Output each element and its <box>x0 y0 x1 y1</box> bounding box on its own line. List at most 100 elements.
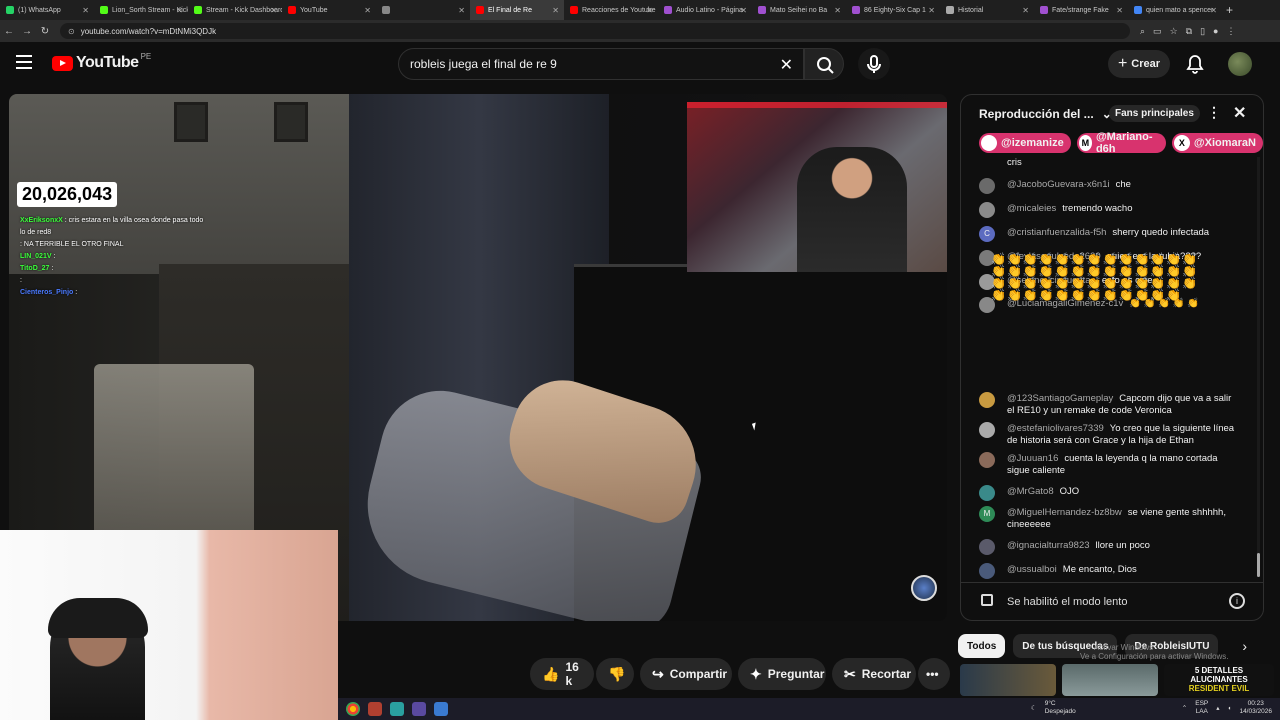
close-chat-icon[interactable]: ✕ <box>1233 103 1246 123</box>
share-button[interactable]: ↪ Compartir <box>640 658 732 690</box>
obs-icon[interactable] <box>412 702 426 716</box>
message-author[interactable]: @Juuuan16 <box>1007 453 1058 464</box>
close-tab-icon[interactable]: ✕ <box>1116 6 1123 15</box>
close-tab-icon[interactable]: ✕ <box>928 6 935 15</box>
message-author[interactable]: @estefaniolivares7339 <box>1007 423 1104 434</box>
close-tab-icon[interactable]: ✕ <box>176 6 183 15</box>
chip-all[interactable]: Todos <box>958 634 1006 658</box>
back-icon[interactable]: ← <box>0 26 18 37</box>
message-author[interactable]: @cristianfuenzalida-f5h <box>1007 227 1106 238</box>
bookmark-star-icon[interactable]: ☆ <box>1170 26 1178 37</box>
video-thumbnail[interactable] <box>960 664 1056 696</box>
video-thumbnail[interactable]: 5 DETALLES ALUCINANTES RESIDENT EVIL <box>1164 664 1274 696</box>
browser-tab[interactable]: ✕ <box>376 0 470 20</box>
wifi-icon[interactable]: ▴ <box>1216 704 1219 712</box>
volume-icon[interactable]: ◖ <box>1228 705 1232 712</box>
video-thumbnail[interactable] <box>1062 664 1158 696</box>
author-avatar[interactable] <box>979 202 995 218</box>
message-author[interactable]: @ignacialturra9823 <box>1007 540 1090 551</box>
browser-tab[interactable]: Fate/strange Fake ✕ <box>1034 0 1128 20</box>
message-author[interactable]: @MiguelHernandez-bz8bw <box>1007 507 1122 518</box>
clock[interactable]: 00:23 14/03/2026 <box>1239 700 1272 716</box>
close-tab-icon[interactable]: ✕ <box>552 6 559 15</box>
extensions-icon[interactable]: ⧉ <box>1186 26 1192 37</box>
author-avatar[interactable] <box>979 539 995 555</box>
browser-tab[interactable]: Stream - Kick Dashboard ✕ <box>188 0 282 20</box>
zoom-icon[interactable]: ⌕ <box>1140 26 1145 37</box>
close-tab-icon[interactable]: ✕ <box>1022 6 1029 15</box>
close-tab-icon[interactable]: ✕ <box>834 6 841 15</box>
close-tab-icon[interactable]: ✕ <box>82 6 89 15</box>
language-indicator[interactable]: ESP LAA <box>1195 700 1208 716</box>
chevron-right-icon[interactable]: › <box>1242 638 1247 654</box>
close-tab-icon[interactable]: ✕ <box>270 6 277 15</box>
chat-menu-icon[interactable]: ⋮ <box>1207 104 1221 121</box>
more-actions-button[interactable]: ••• <box>918 658 950 690</box>
pinned-supporter-chip[interactable]: X @XiomaraN <box>1171 133 1263 153</box>
close-tab-icon[interactable]: ✕ <box>364 6 371 15</box>
browser-tab[interactable]: YouTube ✕ <box>282 0 376 20</box>
youtube-logo[interactable]: YouTube PE <box>52 52 151 72</box>
chat-scrollbar[interactable] <box>1257 157 1260 577</box>
app-icon[interactable] <box>434 702 448 716</box>
dislike-button[interactable]: 👎 <box>596 658 634 690</box>
author-avatar[interactable] <box>979 178 995 194</box>
author-avatar[interactable] <box>979 563 995 579</box>
author-avatar[interactable]: M <box>979 506 995 522</box>
browser-tab[interactable]: Mato Seihei no Ba ✕ <box>752 0 846 20</box>
chrome-icon[interactable] <box>346 702 360 716</box>
cast-icon[interactable]: ▭ <box>1153 26 1162 37</box>
browser-tab[interactable]: quien mato a spencer ✕ <box>1128 0 1222 20</box>
pinned-supporter-chip[interactable]: @izemanize <box>979 133 1071 153</box>
message-author[interactable]: @ussualboi <box>1007 564 1057 575</box>
browser-tab[interactable]: Lion_Sorth Stream - Kick ✕ <box>94 0 188 20</box>
clear-search-icon[interactable]: ✕ <box>780 55 793 75</box>
create-button[interactable]: + Crear <box>1108 50 1170 78</box>
author-avatar[interactable]: C <box>979 226 995 242</box>
search-input[interactable]: robleis juega el final de re 9 ✕ <box>398 48 804 80</box>
account-avatar[interactable] <box>1228 52 1252 76</box>
site-info-icon[interactable]: ⊙ <box>68 27 75 36</box>
voice-search-button[interactable] <box>858 48 890 80</box>
new-tab-icon[interactable]: + <box>1226 3 1233 17</box>
message-author[interactable]: @MrGato8 <box>1007 486 1054 497</box>
close-tab-icon[interactable]: ✕ <box>646 6 653 15</box>
profile-icon[interactable]: ● <box>1213 26 1218 37</box>
browser-tab[interactable]: 86 Eighty-Six Cap 1 ✕ <box>846 0 940 20</box>
close-tab-icon[interactable]: ✕ <box>458 6 465 15</box>
browser-tab[interactable]: Reacciones de Youtube ✕ <box>564 0 658 20</box>
message-author[interactable]: @123SantiagoGameplay <box>1007 393 1113 404</box>
info-icon[interactable]: i <box>1229 593 1245 609</box>
like-button[interactable]: 👍 16 k <box>530 658 594 690</box>
close-tab-icon[interactable]: ✕ <box>740 6 747 15</box>
close-tab-icon[interactable]: ✕ <box>1210 6 1217 15</box>
browser-tab[interactable]: Historial ✕ <box>940 0 1034 20</box>
author-avatar[interactable] <box>979 422 995 438</box>
clip-button[interactable]: ✂ Recortar <box>832 658 916 690</box>
message-author[interactable]: @micaleies <box>1007 203 1056 214</box>
search-button[interactable] <box>804 48 844 80</box>
notifications-bell-icon[interactable] <box>1186 54 1204 74</box>
message-body: @Juuuan16 cuenta la leyenda q la mano cor… <box>1007 453 1239 477</box>
ask-button[interactable]: ✦ Preguntar <box>738 658 826 690</box>
browser-menu-icon[interactable]: ⋮ <box>1226 26 1235 37</box>
top-fans-badge[interactable]: Fans principales <box>1109 105 1200 122</box>
menu-icon[interactable] <box>16 55 32 69</box>
pinned-supporter-chip[interactable]: M @Mariano-d6h <box>1076 131 1166 155</box>
sidepanel-icon[interactable]: ▯ <box>1200 26 1205 37</box>
author-avatar[interactable] <box>979 392 995 408</box>
browser-tab[interactable]: Audio Latino - Página ✕ <box>658 0 752 20</box>
url-field[interactable]: ⊙ youtube.com/watch?v=mDtNMi3QDJk <box>60 23 1130 39</box>
forward-icon[interactable]: → <box>18 26 36 37</box>
app-icon[interactable] <box>368 702 382 716</box>
author-avatar[interactable] <box>979 452 995 468</box>
browser-tab[interactable]: (1) WhatsApp ✕ <box>0 0 94 20</box>
app-icon[interactable] <box>390 702 404 716</box>
tray-chevron-icon[interactable]: ⌃ <box>1182 704 1187 712</box>
weather-widget[interactable]: 9°C Despejado <box>1045 700 1076 716</box>
message-author[interactable]: @JacoboGuevara-x6n1i <box>1007 179 1110 190</box>
author-avatar[interactable] <box>979 485 995 501</box>
channel-watermark-icon[interactable] <box>911 575 937 601</box>
browser-tab[interactable]: El Final de Re ✕ <box>470 0 564 20</box>
reload-icon[interactable]: ↻ <box>36 26 54 37</box>
